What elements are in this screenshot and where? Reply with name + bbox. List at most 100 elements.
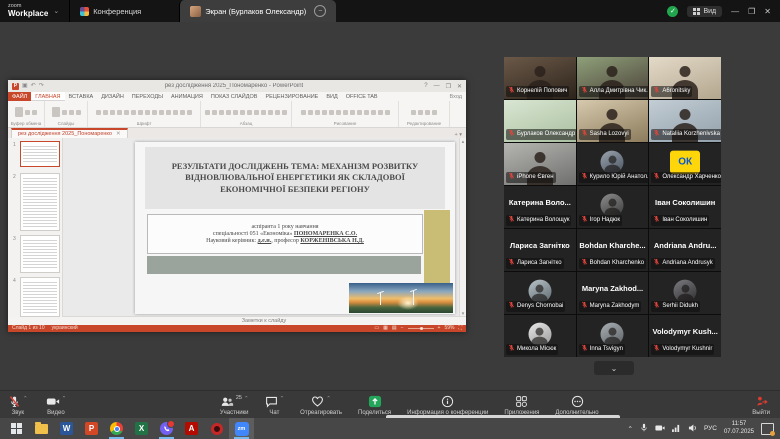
maximize-button[interactable]: ❐ xyxy=(748,7,755,16)
slide-thumbnail-3[interactable]: 3 xyxy=(20,235,60,273)
tab-meeting[interactable]: Конференция xyxy=(69,0,151,22)
minimize-button[interactable]: — xyxy=(731,7,739,16)
ribbon-tool-icon[interactable] xyxy=(226,110,231,115)
ribbon-tool-icon[interactable] xyxy=(275,110,280,115)
ribbon-tab-дизайн[interactable]: ДИЗАЙН xyxy=(97,92,128,101)
ribbon-tool-icon[interactable] xyxy=(357,110,362,115)
video-tile-олександр-харченко[interactable]: ОКОлександр Харченко xyxy=(649,143,721,185)
tab-screen-share[interactable]: Экран (Бурлаков Олександр) − xyxy=(179,0,336,22)
ribbon-tab-office-tab[interactable]: OFFICE TAB xyxy=(342,92,382,101)
ribbon-tool-icon[interactable] xyxy=(240,110,245,115)
ribbon-tool-icon[interactable] xyxy=(233,110,238,115)
video-tile-бурлаков-олександр[interactable]: Бурлаков Олександр xyxy=(504,100,576,142)
ribbon-tool-icon[interactable] xyxy=(212,110,217,115)
ribbon-tool-icon[interactable] xyxy=(76,110,81,115)
ribbon-tool-icon[interactable] xyxy=(15,107,23,117)
undo-icon[interactable]: ↶ xyxy=(31,83,36,89)
ribbon-tool-icon[interactable] xyxy=(180,110,185,115)
ribbon-tab-вид[interactable]: ВИД xyxy=(322,92,341,101)
ribbon-tool-icon[interactable] xyxy=(166,110,171,115)
red-browser-icon[interactable] xyxy=(204,418,229,439)
zoom-slider[interactable] xyxy=(408,328,434,329)
ribbon-tool-icon[interactable] xyxy=(152,110,157,115)
save-icon[interactable]: ▣ xyxy=(22,83,28,89)
chevron-down-icon[interactable]: ⌄ xyxy=(53,7,59,15)
zoom-in-icon[interactable]: + xyxy=(438,325,441,332)
chevron-up-icon[interactable]: ⌃ xyxy=(62,396,67,402)
ribbon-tool-icon[interactable] xyxy=(145,110,150,115)
tray-language-label[interactable]: РУС xyxy=(704,425,717,432)
ribbon-tool-icon[interactable] xyxy=(378,110,383,115)
video-tile-iphone-євген[interactable]: iPhone Євген xyxy=(504,143,576,185)
ribbon-tool-icon[interactable] xyxy=(173,110,178,115)
ribbon-tool-icon[interactable] xyxy=(418,110,423,115)
fit-slide-icon[interactable]: ⛶ xyxy=(458,325,462,332)
excel-icon[interactable]: X xyxy=(129,418,154,439)
document-tab[interactable]: рез дослідження 2025_Пономаренко ✕ xyxy=(11,128,128,138)
video-tile-лариса-загнітко[interactable]: Лариса ЗагніткоЛариса Загнітко xyxy=(504,229,576,271)
mic-muted-button[interactable]: ⌃Звук xyxy=(4,395,32,416)
redo-icon[interactable]: ↷ xyxy=(39,83,44,89)
ribbon-tool-icon[interactable] xyxy=(411,110,416,115)
participants-button[interactable]: 25⌃Участники xyxy=(216,395,253,416)
zoom-percent[interactable]: 59% xyxy=(444,325,454,332)
ribbon-tab-рецензирование[interactable]: РЕЦЕНЗИРОВАНИЕ xyxy=(261,92,322,101)
ribbon-tool-icon[interactable] xyxy=(364,110,369,115)
video-tile-катерина-волощук[interactable]: Катерина Воло...Катерина Волощук xyxy=(504,186,576,228)
video-tile-inna-tsvigyn[interactable]: Inna Tsvigyn xyxy=(577,315,649,357)
ribbon-tool-icon[interactable] xyxy=(343,110,348,115)
ribbon-tool-icon[interactable] xyxy=(117,110,122,115)
ribbon-tool-icon[interactable] xyxy=(62,110,67,115)
ribbon-tool-icon[interactable] xyxy=(32,110,37,115)
camera-button[interactable]: ⌃Видео xyxy=(42,395,71,416)
ribbon-tool-icon[interactable] xyxy=(52,107,60,117)
video-tile-іван-соколишин[interactable]: Іван СоколишинІван Соколишин xyxy=(649,186,721,228)
video-tile-serhii-didukh[interactable]: Serhii Didukh xyxy=(649,272,721,314)
help-button[interactable]: ? xyxy=(424,83,427,90)
ribbon-tool-icon[interactable] xyxy=(96,110,101,115)
ribbon-tool-icon[interactable] xyxy=(261,110,266,115)
leave-button[interactable]: Выйти xyxy=(748,395,774,416)
chrome-icon[interactable] xyxy=(104,418,129,439)
video-tile-a6ronitsky[interactable]: A6ronitsky xyxy=(649,57,721,99)
ribbon-tool-icon[interactable] xyxy=(254,110,259,115)
chevron-up-icon[interactable]: ⌃ xyxy=(23,396,28,402)
ribbon-tool-icon[interactable] xyxy=(336,110,341,115)
ribbon-group-icons[interactable] xyxy=(8,101,44,121)
video-tile-denys-chornobai[interactable]: Denys Chornobai xyxy=(504,272,576,314)
ribbon-tool-icon[interactable] xyxy=(219,110,224,115)
ribbon-tool-icon[interactable] xyxy=(124,110,129,115)
document-tab-close-icon[interactable]: ✕ xyxy=(116,131,121,137)
ribbon-tab-показ-слайдов[interactable]: ПОКАЗ СЛАЙДОВ xyxy=(207,92,262,101)
ribbon-tool-icon[interactable] xyxy=(247,110,252,115)
ribbon-tool-icon[interactable] xyxy=(425,110,430,115)
acrobat-icon[interactable]: A xyxy=(179,418,204,439)
word-icon[interactable]: W xyxy=(54,418,79,439)
ribbon-tool-icon[interactable] xyxy=(329,110,334,115)
scroll-up-icon[interactable]: ▲ xyxy=(461,139,465,144)
view-reading-icon[interactable]: ▤ xyxy=(392,325,397,332)
slide-info-box[interactable]: аспіранта 1 року навчання спеціальності … xyxy=(147,214,423,254)
ribbon-tab-анимация[interactable]: АНИМАЦИЯ xyxy=(167,92,207,101)
video-tile-ігор-надюк[interactable]: Ігор Надюк xyxy=(577,186,649,228)
chevron-up-icon[interactable]: ⌃ xyxy=(244,396,249,402)
ribbon-tool-icon[interactable] xyxy=(315,110,320,115)
video-tile-курило-юрій-анатол[interactable]: Курило Юрій Анатол... xyxy=(577,143,649,185)
slide-thumbnail-1[interactable]: 1 xyxy=(20,141,60,167)
ribbon-tab-файл[interactable]: ФАЙЛ xyxy=(8,92,31,101)
ribbon-group-icons[interactable] xyxy=(45,101,87,121)
gallery-more-button[interactable]: ⌄ xyxy=(594,361,634,375)
tray-mic-icon[interactable] xyxy=(640,423,648,434)
close-button[interactable]: ✕ xyxy=(764,7,771,16)
video-tile-корнелій-попович[interactable]: Корнелій Попович xyxy=(504,57,576,99)
notification-center-icon[interactable] xyxy=(761,423,774,435)
ribbon-tool-icon[interactable] xyxy=(432,110,437,115)
video-tile-sasha-lozovyi[interactable]: Sasha Lozovyi xyxy=(577,100,649,142)
more-button[interactable]: Дополнительно xyxy=(551,395,602,416)
powerpoint-icon[interactable]: P xyxy=(79,418,104,439)
viber-icon[interactable] xyxy=(154,418,179,439)
ribbon-tool-icon[interactable] xyxy=(69,110,74,115)
ribbon-tool-icon[interactable] xyxy=(103,110,108,115)
ribbon-tool-icon[interactable] xyxy=(25,110,30,115)
ribbon-tool-icon[interactable] xyxy=(131,110,136,115)
